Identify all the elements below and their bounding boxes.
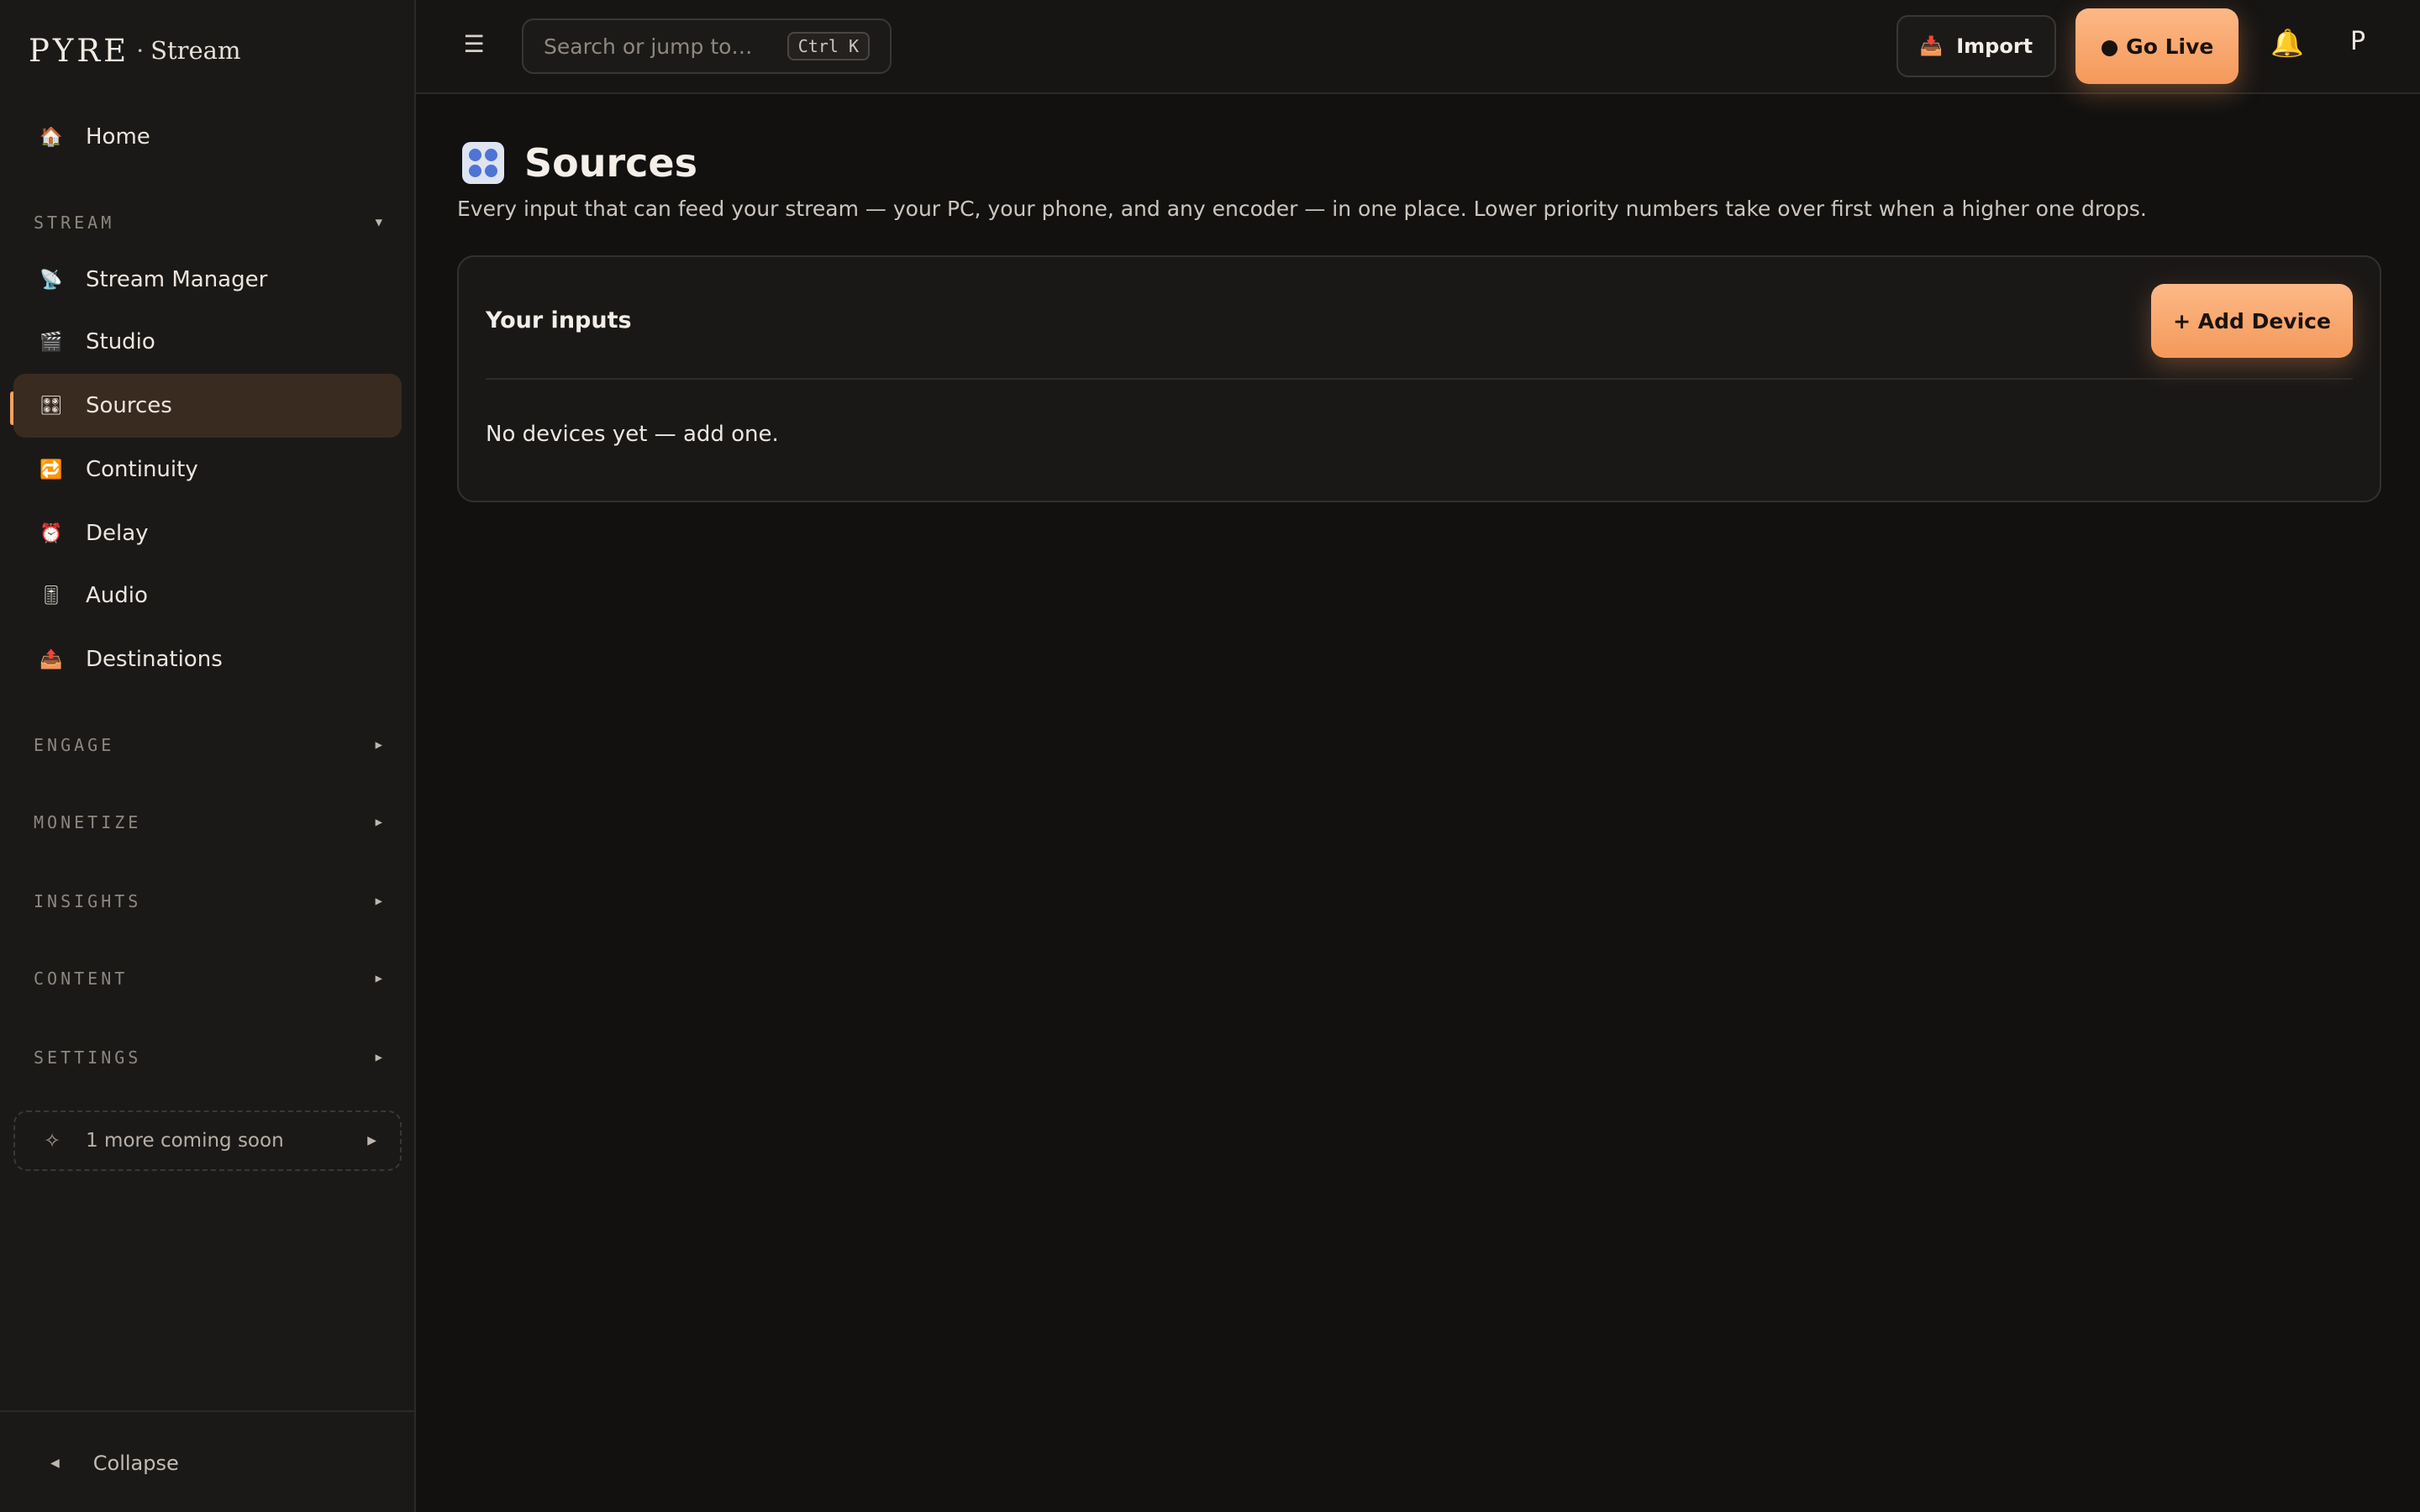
section-label: SETTINGS bbox=[34, 1047, 142, 1068]
chevron-right-icon: ▶ bbox=[375, 816, 382, 829]
section-label: STREAM bbox=[34, 213, 115, 233]
repeat-icon: 🔁 bbox=[39, 459, 63, 480]
chevron-right-icon: ▶ bbox=[367, 1134, 376, 1147]
sidebar-item-stream-manager[interactable]: 📡 Stream Manager bbox=[13, 248, 402, 312]
section-label: INSIGHTS bbox=[34, 891, 142, 911]
level-slider-icon: 🎚 bbox=[39, 585, 63, 606]
go-live-button[interactable]: ● Go Live bbox=[2075, 8, 2238, 84]
sidebar-divider bbox=[0, 1410, 414, 1412]
shortcut-hint: Ctrl K bbox=[786, 32, 870, 60]
chevron-right-icon: ▶ bbox=[375, 1051, 382, 1064]
sidebar-item-label: Destinations bbox=[86, 647, 223, 672]
add-device-button[interactable]: + Add Device bbox=[2151, 284, 2353, 358]
sidebar-item-home[interactable]: 🏠 Home bbox=[13, 105, 402, 169]
sidebar-item-continuity[interactable]: 🔁 Continuity bbox=[13, 438, 402, 501]
sidebar-item-delay[interactable]: ⏰ Delay bbox=[13, 501, 402, 565]
app-root: PYRE · Stream 🏠 Home STREAM ▼ 📡 Stream M… bbox=[0, 0, 2420, 1512]
section-settings[interactable]: SETTINGS ▶ bbox=[34, 1041, 382, 1074]
sidebar-item-label: Sources bbox=[86, 393, 172, 418]
clapper-icon: 🎬 bbox=[39, 331, 63, 353]
brand-mark: PYRE bbox=[29, 32, 130, 69]
chevron-down-icon: ▼ bbox=[375, 216, 382, 229]
house-icon: 🏠 bbox=[39, 126, 63, 148]
control-knobs-icon bbox=[462, 142, 504, 184]
sidebar: PYRE · Stream 🏠 Home STREAM ▼ 📡 Stream M… bbox=[0, 0, 416, 1512]
outbox-icon: 📤 bbox=[39, 648, 63, 670]
alarm-clock-icon: ⏰ bbox=[39, 522, 63, 544]
section-stream[interactable]: STREAM ▼ bbox=[34, 206, 382, 239]
page-title: Sources bbox=[524, 140, 698, 186]
sidebar-item-audio[interactable]: 🎚 Audio bbox=[13, 564, 402, 627]
avatar[interactable]: P bbox=[2350, 27, 2365, 56]
sparkle-icon: ✧ bbox=[44, 1129, 61, 1152]
collapse-button[interactable]: ◀ Collapse bbox=[50, 1446, 179, 1480]
import-label: Import bbox=[1956, 34, 2033, 58]
brand-separator: · bbox=[136, 36, 145, 65]
section-engage[interactable]: ENGAGE ▶ bbox=[34, 728, 382, 762]
page-header: Sources bbox=[462, 139, 697, 186]
coming-soon-button[interactable]: ✧ 1 more coming soon ▶ bbox=[13, 1110, 402, 1171]
coming-soon-label: 1 more coming soon bbox=[86, 1130, 284, 1152]
empty-state-text: No devices yet — add one. bbox=[486, 422, 779, 447]
sidebar-item-label: Stream Manager bbox=[86, 267, 268, 292]
import-button[interactable]: 📥 Import bbox=[1897, 15, 2056, 77]
section-content[interactable]: CONTENT ▶ bbox=[34, 962, 382, 995]
sidebar-item-label: Audio bbox=[86, 583, 148, 608]
sidebar-item-label: Delay bbox=[86, 521, 149, 546]
chevron-right-icon: ▶ bbox=[375, 972, 382, 985]
sidebar-item-destinations[interactable]: 📤 Destinations bbox=[13, 627, 402, 691]
section-label: CONTENT bbox=[34, 969, 129, 989]
go-live-label: ● Go Live bbox=[2100, 34, 2214, 59]
inbox-icon: 📥 bbox=[1919, 35, 1944, 57]
satellite-icon: 📡 bbox=[39, 269, 63, 291]
brand-logo[interactable]: PYRE · Stream bbox=[29, 25, 240, 76]
sidebar-item-label: Home bbox=[86, 124, 150, 150]
section-label: ENGAGE bbox=[34, 735, 115, 755]
collapse-label: Collapse bbox=[92, 1452, 179, 1475]
inputs-card: Your inputs + Add Device No devices yet … bbox=[457, 255, 2381, 502]
menu-icon[interactable]: ☰ bbox=[461, 30, 487, 58]
section-insights[interactable]: INSIGHTS ▶ bbox=[34, 885, 382, 918]
bell-icon[interactable]: 🔔 bbox=[2270, 27, 2304, 59]
control-knobs-icon: 🎛 bbox=[39, 395, 63, 417]
chevron-right-icon: ▶ bbox=[375, 738, 382, 752]
chevron-left-icon: ◀ bbox=[50, 1457, 60, 1470]
card-divider bbox=[486, 378, 2353, 380]
search-input[interactable]: Search or jump to… Ctrl K bbox=[522, 18, 892, 74]
section-monetize[interactable]: MONETIZE ▶ bbox=[34, 806, 382, 839]
card-title: Your inputs bbox=[486, 307, 632, 333]
search-placeholder: Search or jump to… bbox=[544, 34, 753, 59]
section-label: MONETIZE bbox=[34, 812, 142, 832]
chevron-right-icon: ▶ bbox=[375, 895, 382, 908]
sidebar-item-label: Continuity bbox=[86, 457, 198, 482]
sidebar-item-sources[interactable]: 🎛 Sources bbox=[13, 374, 402, 438]
page-description: Every input that can feed your stream — … bbox=[457, 197, 2147, 221]
add-device-label: + Add Device bbox=[2173, 308, 2331, 333]
sidebar-item-label: Studio bbox=[86, 329, 155, 354]
top-bar: ☰ Search or jump to… Ctrl K 📥 Import ● G… bbox=[416, 0, 2420, 94]
brand-product: Stream bbox=[150, 36, 241, 65]
sidebar-item-studio[interactable]: 🎬 Studio bbox=[13, 310, 402, 374]
